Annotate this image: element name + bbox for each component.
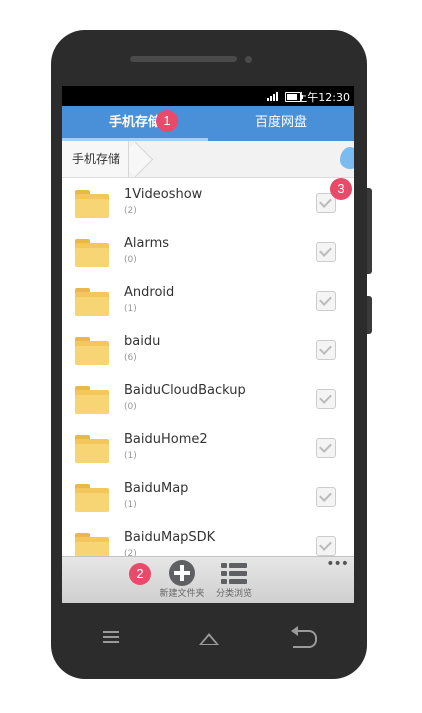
select-checkbox[interactable] (316, 242, 336, 262)
annotation-badge-2: 2 (129, 563, 151, 585)
folder-count: (0) (124, 255, 137, 265)
list-item[interactable]: Android (1) (62, 276, 354, 326)
more-menu-icon[interactable]: ••• (326, 557, 349, 571)
select-checkbox[interactable] (316, 291, 336, 311)
breadcrumb-item-root[interactable]: 手机存储 (62, 141, 130, 177)
status-bar: 上午12:30 (62, 86, 354, 106)
select-checkbox[interactable] (316, 340, 336, 360)
folder-name: BaiduHome2 (124, 432, 208, 447)
select-checkbox[interactable] (316, 438, 336, 458)
annotation-badge-3: 3 (330, 178, 352, 200)
folder-name: Android (124, 285, 175, 300)
home-icon[interactable] (199, 633, 219, 645)
folder-count: (1) (124, 304, 137, 314)
power-button (367, 296, 372, 334)
water-drop-icon[interactable] (340, 147, 354, 169)
folder-icon (75, 337, 109, 365)
folder-name: BaiduMapSDK (124, 530, 216, 545)
folder-count: (1) (124, 500, 137, 510)
file-list: 1Videoshow (2) Alarms (0) Android (1) ba… (62, 178, 354, 560)
folder-icon (75, 190, 109, 218)
menu-icon[interactable] (103, 631, 119, 646)
list-item[interactable]: BaiduMap (1) (62, 472, 354, 522)
annotation-badge-1: 1 (156, 110, 178, 132)
signal-icon (267, 91, 281, 101)
select-checkbox[interactable] (316, 487, 336, 507)
folder-icon (75, 239, 109, 267)
folder-count: (6) (124, 353, 137, 363)
screen: 上午12:30 手机存储 百度网盘 手机存储 1Videoshow (2) Al… (62, 86, 354, 603)
list-item[interactable]: BaiduCloudBackup (0) (62, 374, 354, 424)
folder-count: (2) (124, 206, 137, 216)
tab-baidu-cloud[interactable]: 百度网盘 (208, 106, 354, 141)
new-folder-label: 新建文件夹 (159, 589, 205, 599)
folder-icon (75, 484, 109, 512)
list-item[interactable]: BaiduMapSDK (2) (62, 521, 354, 560)
folder-name: baidu (124, 334, 161, 349)
back-icon[interactable] (291, 626, 317, 648)
category-browse-button[interactable]: 分类浏览 (212, 560, 256, 599)
select-checkbox[interactable] (316, 389, 336, 409)
list-item[interactable]: BaiduHome2 (1) (62, 423, 354, 473)
folder-name: BaiduCloudBackup (124, 383, 246, 398)
folder-count: (1) (124, 451, 137, 461)
new-folder-button[interactable]: 新建文件夹 (152, 560, 212, 599)
list-item[interactable]: baidu (6) (62, 325, 354, 375)
navigation-bar (51, 610, 367, 670)
folder-name: Alarms (124, 236, 170, 251)
list-icon (221, 560, 247, 586)
select-checkbox[interactable] (316, 536, 336, 556)
tab-bar: 手机存储 百度网盘 (62, 106, 354, 141)
tab-phone-storage[interactable]: 手机存储 (62, 106, 208, 141)
folder-icon (75, 386, 109, 414)
category-browse-label: 分类浏览 (215, 589, 252, 599)
folder-icon (75, 435, 109, 463)
folder-count: (0) (124, 402, 137, 412)
folder-name: 1Videoshow (124, 187, 203, 202)
bottom-toolbar: 新建文件夹 分类浏览 ••• (62, 556, 354, 603)
folder-icon (75, 288, 109, 316)
breadcrumb: 手机存储 (62, 141, 354, 178)
status-time: 上午12:30 (296, 91, 350, 104)
list-item[interactable]: 1Videoshow (2) (62, 178, 354, 228)
front-camera (245, 56, 252, 63)
folder-name: BaiduMap (124, 481, 189, 496)
volume-button (367, 188, 372, 274)
add-icon (169, 560, 195, 586)
earpiece-speaker (130, 56, 237, 62)
list-item[interactable]: Alarms (0) (62, 227, 354, 277)
